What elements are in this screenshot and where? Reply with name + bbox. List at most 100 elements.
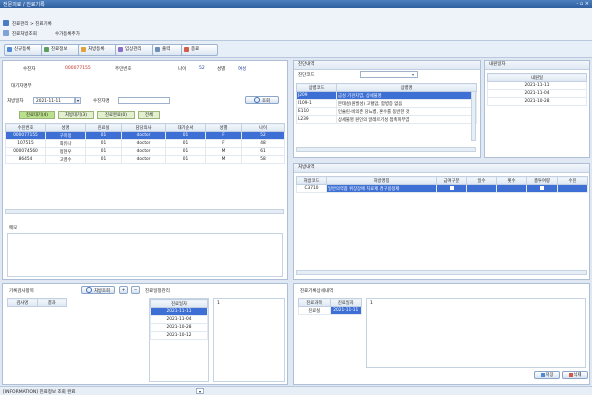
memo-label: 메모 <box>9 226 18 231</box>
delete-button[interactable]: 삭제 <box>562 371 588 379</box>
print-icon <box>155 47 160 52</box>
table-row[interactable]: 107515 최유나 01 doctor 01 F 48 <box>5 139 285 148</box>
search-button[interactable]: 조회 <box>245 96 279 104</box>
col-patient-no[interactable]: 수진번호 <box>5 123 46 132</box>
diagnosis-code-select[interactable] <box>360 71 418 78</box>
total-checkbox[interactable] <box>540 185 544 190</box>
col-history-date[interactable]: 진료일자 <box>150 299 208 308</box>
patient-table: 수진번호 성명 진료실 담당의사 대기순서 성별 나이 000077155 구미정… <box>5 123 285 164</box>
diagnosis-code-label: 진단코드 <box>298 73 315 78</box>
history-table: 진료일자 2021-11-11 2021-11-04 2021-10-28 20… <box>150 299 208 340</box>
clinical-icon <box>118 47 123 52</box>
col-patient[interactable]: 수진 <box>557 176 588 185</box>
orders-title: 처방내역 <box>294 164 589 173</box>
col-coverage[interactable]: 급여구분 <box>436 176 467 185</box>
col-visit-date[interactable]: 내원일 <box>487 73 587 82</box>
calendar-icon[interactable]: ▾ <box>75 97 81 104</box>
tab-waiting[interactable]: 진료대기(4) <box>19 111 55 119</box>
close-icon <box>184 47 189 52</box>
col-dx-name[interactable]: 상병명 <box>336 83 477 92</box>
table-row[interactable]: 진료실 2021-11-11 <box>298 306 362 315</box>
tab-order-waiting[interactable]: 처방대기(3) <box>58 111 94 119</box>
history-note-text: 1 <box>217 301 220 306</box>
window-controls[interactable]: - ▫ × <box>576 1 589 7</box>
menu-tab-fee[interactable]: 수가등록추가 <box>55 31 80 37</box>
diagnosis-vscroll[interactable] <box>471 91 476 141</box>
table-row[interactable]: 2021-11-04 <box>150 315 208 324</box>
tab-all[interactable]: 전체 <box>138 111 160 119</box>
table-row[interactable]: C3710 일반의약품 위장장애 치료제 경구용정제 <box>296 184 588 193</box>
history-note[interactable]: 1 <box>213 298 285 382</box>
list-icon <box>3 30 9 36</box>
waiting-list-label: 대기자명부 <box>11 84 32 89</box>
table-row[interactable]: 2021-11-11 <box>150 307 208 316</box>
table-row[interactable]: L239 상세불명 원인의 알레르기성 접촉피부염 <box>296 115 477 124</box>
visits-table: 내원일 2021-11-11 2021-11-04 2021-10-28 <box>487 73 587 106</box>
order-icon <box>81 47 86 52</box>
save-button[interactable]: 저장 <box>534 371 560 379</box>
col-doctor[interactable]: 담당의사 <box>121 123 166 132</box>
gender-value: 여성 <box>238 67 247 72</box>
table-row[interactable]: E110 인슐린-비의존 당뇨병, 혼수를 동반한 것 <box>296 107 477 116</box>
orders-panel: 처방내역 처방코드 처방명칭 급여구분 일수 횟수 총투여량 수진 C3710 … <box>293 163 590 280</box>
col-record-date[interactable]: 진료일자 <box>329 298 362 307</box>
table-row[interactable]: 2021-10-12 <box>150 331 208 340</box>
orders-hscroll[interactable] <box>296 270 587 275</box>
col-order-code[interactable]: 처방코드 <box>296 176 327 185</box>
table-row[interactable]: 2021-10-28 <box>150 323 208 332</box>
patient-number: 000077155 <box>65 66 91 71</box>
diagnosis-panel: 진단내역 진단코드 ▾ 상병코드 상병명 J209 급성 기관지염, 상세불명 I1… <box>293 60 481 158</box>
info-icon <box>44 47 49 52</box>
table-row[interactable]: 86454 고영수 01 doctor 01 M 58 <box>5 155 285 164</box>
table-row[interactable]: 000077155 구미정 01 doctor 01 F 52 <box>5 131 285 140</box>
patient-panel: 수진자 000077155 주민번호 나이 52 성별 여성 대기자명부 처방일… <box>2 60 288 280</box>
patient-table-hscroll[interactable] <box>5 209 284 214</box>
memo-textarea[interactable] <box>7 233 283 277</box>
col-age[interactable]: 나이 <box>241 123 285 132</box>
search-icon <box>86 287 93 293</box>
add-button[interactable]: + <box>119 286 128 294</box>
col-order[interactable]: 대기순서 <box>165 123 206 132</box>
col-times[interactable]: 횟수 <box>496 176 527 185</box>
visits-panel: 내원일자 내원일 2021-11-11 2021-11-04 2021-10-2… <box>484 60 590 158</box>
col-dx-code[interactable]: 상병코드 <box>296 83 337 92</box>
col-order-name[interactable]: 처방명칭 <box>326 176 437 185</box>
history-list: 진료일자 2021-11-11 2021-11-04 2021-10-28 20… <box>149 298 209 382</box>
diagnosis-table: 상병코드 상병명 J209 급성 기관지염, 상세불명 I109-1 본태성(원발성)… <box>296 83 477 124</box>
col-total[interactable]: 총투여량 <box>526 176 558 185</box>
tab-done[interactable]: 진료완료(0) <box>97 111 135 119</box>
table-row[interactable]: 2021-11-11 <box>487 81 587 90</box>
search-icon <box>254 97 261 103</box>
record-panel: 진료기록상세내역 진료과목 진료일자 진료실 2021-11-11 1 저장 삭제 <box>293 283 590 385</box>
status-dropdown-icon[interactable]: ▾ <box>196 388 204 394</box>
col-gender[interactable]: 성별 <box>205 123 242 132</box>
col-days[interactable]: 일수 <box>466 176 497 185</box>
col-record-dept[interactable]: 진료과목 <box>298 298 331 307</box>
lookup-button[interactable]: 처방조회 <box>81 286 115 294</box>
table-row[interactable]: 2021-10-28 <box>487 97 587 106</box>
rrn-label: 주민번호 <box>115 67 132 72</box>
date-label: 처방일자 <box>7 99 24 104</box>
coverage-checkbox[interactable] <box>449 185 454 190</box>
record-note[interactable]: 1 <box>366 298 586 368</box>
col-exam-name[interactable]: 검사명 <box>7 298 38 307</box>
toolbar: 신규등록 진료정보 처방등록 임상관리 출력 종료 <box>0 41 592 58</box>
title-bar: 전문의료 / 진료기록 - ▫ × <box>0 0 592 8</box>
col-exam-result[interactable]: 결과 <box>36 298 67 307</box>
table-row[interactable]: 2021-11-04 <box>487 89 587 98</box>
remove-button[interactable]: − <box>131 286 140 294</box>
diagnosis-hscroll[interactable] <box>296 147 476 152</box>
name-label: 수진자명 <box>93 99 110 104</box>
chevron-down-icon: ▾ <box>412 72 415 77</box>
record-note-text: 1 <box>370 301 373 306</box>
table-row[interactable]: I109-1 본태성(원발성) 고혈압, 합병증 없음 <box>296 99 477 108</box>
menu-tab-orders[interactable]: 진료처방조회 <box>12 31 37 37</box>
name-input[interactable] <box>118 97 170 104</box>
table-row[interactable]: 000074560 정현우 01 doctor 01 M 61 <box>5 147 285 156</box>
table-row[interactable]: J209 급성 기관지염, 상세불명 <box>296 91 477 100</box>
col-name[interactable]: 성명 <box>45 123 86 132</box>
col-room[interactable]: 진료실 <box>85 123 122 132</box>
status-bar: [INFORMATION] 진료정보 조회 완료 ▾ <box>0 386 592 395</box>
close-button[interactable]: 종료 <box>181 44 218 56</box>
date-input[interactable]: 2021-11-11 <box>33 97 75 104</box>
